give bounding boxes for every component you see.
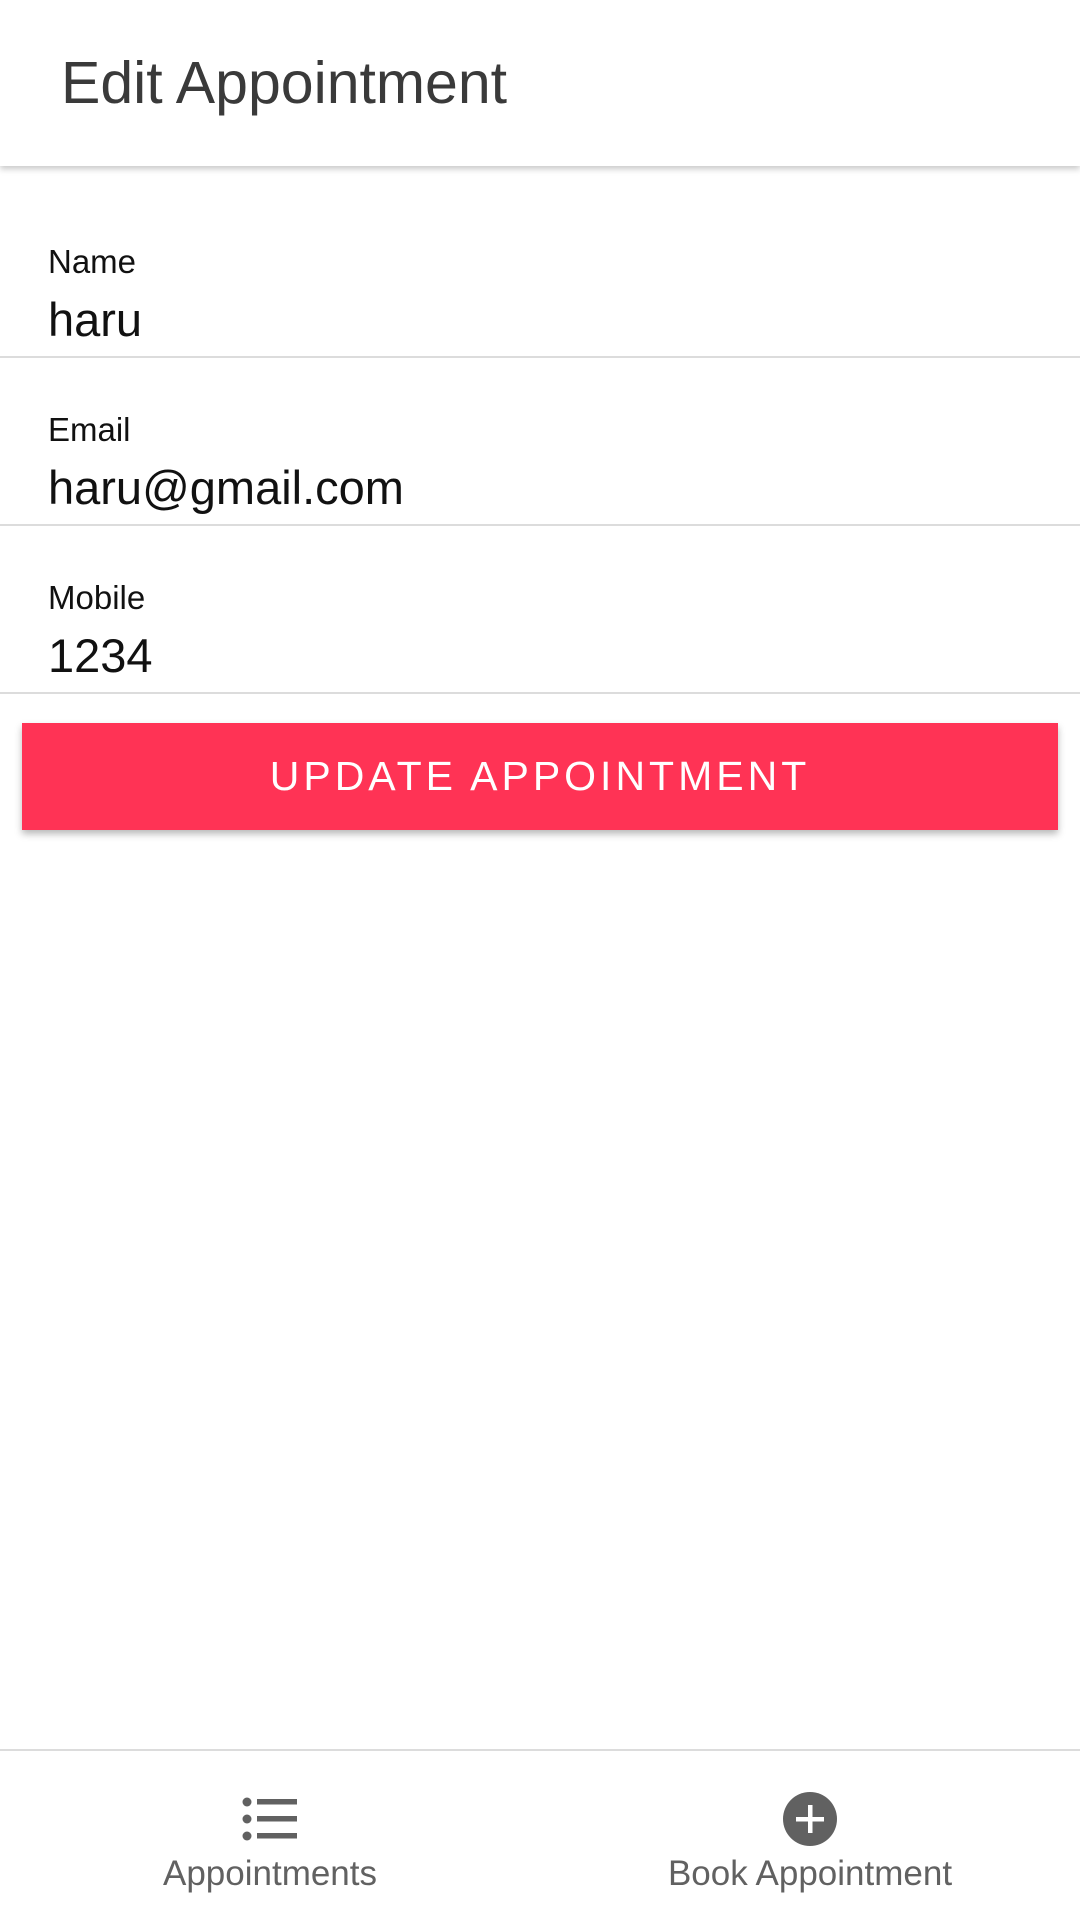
app-header: Edit Appointment — [0, 0, 1080, 166]
name-field-container: Name — [0, 192, 1080, 358]
add-circle-icon — [783, 1792, 837, 1846]
list-icon — [242, 1797, 297, 1841]
email-input[interactable] — [48, 462, 1008, 514]
mobile-label: Mobile — [48, 579, 146, 616]
nav-label-book-appointment: Book Appointment — [667, 1854, 953, 1893]
nav-item-appointments[interactable]: Appointments — [0, 1751, 540, 1920]
edit-appointment-screen: Edit Appointment Name Email Mobile UPDAT… — [0, 0, 1080, 1920]
email-field-container: Email — [0, 360, 1080, 526]
page-title: Edit Appointment — [61, 50, 508, 116]
mobile-field-container: Mobile — [0, 528, 1080, 694]
name-input[interactable] — [48, 294, 1008, 346]
bottom-navigation: Appointments Book Appointment — [0, 1749, 1080, 1920]
mobile-input[interactable] — [48, 630, 1008, 682]
nav-item-book-appointment[interactable]: Book Appointment — [540, 1751, 1080, 1920]
nav-label-appointments: Appointments — [162, 1854, 378, 1893]
email-label: Email — [48, 411, 131, 448]
update-appointment-button[interactable]: UPDATE APPOINTMENT — [22, 723, 1058, 830]
name-label: Name — [48, 243, 137, 280]
